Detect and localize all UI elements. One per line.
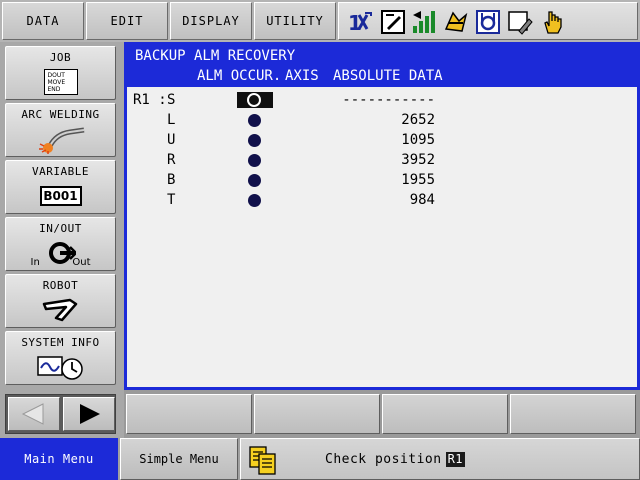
system-info-label: SYSTEM INFO <box>21 336 100 349</box>
axis-name: R <box>167 152 176 168</box>
robot-arm-icon <box>40 295 82 325</box>
job-document-icon: DOUT MOVE END <box>43 67 78 97</box>
alm-selected-cursor[interactable] <box>237 92 273 108</box>
message-body: Check position <box>325 452 442 467</box>
simple-menu-button[interactable]: Simple Menu <box>120 438 238 480</box>
function-key-2[interactable] <box>254 394 380 434</box>
axis-row[interactable]: B 1955 <box>127 170 637 190</box>
absolute-data-value: 3952 <box>401 152 435 168</box>
alm-occurred-dot-icon[interactable] <box>248 134 261 147</box>
axis-row[interactable]: T 984 <box>127 190 637 210</box>
menu-page-nav <box>5 394 116 434</box>
system-info-icon <box>36 352 86 382</box>
top-menu-bar: DATA EDIT DISPLAY UTILITY 1 <box>0 0 640 42</box>
inout-icon: In Out <box>31 238 91 268</box>
message-text: Check position R1 <box>325 452 466 467</box>
main-window-body: BACKUP ALM RECOVERY ALM OCCUR. AXIS ABSO… <box>127 45 637 387</box>
main-window: BACKUP ALM RECOVERY ALM OCCUR. AXIS ABSO… <box>124 42 640 390</box>
col-header-axis: AXIS <box>285 68 319 84</box>
alm-occurred-dot-icon[interactable] <box>248 194 261 207</box>
axis-row[interactable]: S ----------- <box>127 90 637 110</box>
axis-name: B <box>167 172 176 188</box>
alm-open-circle-icon <box>247 93 261 107</box>
message-area[interactable]: Check position R1 <box>240 438 640 480</box>
utility-menu-button[interactable]: UTILITY <box>254 2 336 40</box>
function-key-3[interactable] <box>382 394 508 434</box>
function-key-bar <box>124 390 640 438</box>
absolute-data-value: 1955 <box>401 172 435 188</box>
col-header-absolute: ABSOLUTE DATA <box>333 68 443 84</box>
job-icon-line: MOVE <box>47 79 66 86</box>
axis-row[interactable]: U 1095 <box>127 130 637 150</box>
axis-row[interactable]: L 2652 <box>127 110 637 130</box>
variable-icon: B001 <box>39 181 82 211</box>
absolute-data-value: 2652 <box>401 112 435 128</box>
alm-occurred-dot-icon[interactable] <box>248 174 261 187</box>
menu-next-button[interactable] <box>63 397 115 431</box>
axis-name: L <box>167 112 176 128</box>
system-info-menu-button[interactable]: SYSTEM INFO <box>5 331 116 385</box>
left-menu-panel: JOB DOUT MOVE END ARC WELDING VARIABLE B… <box>0 42 124 438</box>
job-icon-line: DOUT <box>47 72 65 79</box>
inout-out-label: Out <box>72 257 91 268</box>
status-icon-strip: 1 <box>338 2 638 40</box>
welding-torch-icon <box>36 124 86 154</box>
cycle-mode-icon <box>443 9 469 35</box>
axis-name: T <box>167 192 176 208</box>
screen-header: BACKUP ALM RECOVERY ALM OCCUR. AXIS ABSO… <box>127 45 637 87</box>
variable-menu-button[interactable]: VARIABLE B001 <box>5 160 116 214</box>
function-key-1[interactable] <box>126 394 252 434</box>
job-label: JOB <box>49 51 72 64</box>
arc-welding-label: ARC WELDING <box>21 108 100 121</box>
screen-title: BACKUP ALM RECOVERY <box>135 48 296 64</box>
alm-occurred-dot-icon[interactable] <box>248 154 261 167</box>
absolute-data-value: ----------- <box>342 92 435 108</box>
job-menu-button[interactable]: JOB DOUT MOVE END <box>5 46 116 100</box>
edit-lock-icon <box>507 9 533 35</box>
arc-welding-menu-button[interactable]: ARC WELDING <box>5 103 116 157</box>
arrow-left-icon <box>21 403 44 425</box>
inout-menu-button[interactable]: IN/OUT In Out <box>5 217 116 271</box>
absolute-data-value: 984 <box>409 192 435 208</box>
axis-group-icon: 1 <box>347 9 373 35</box>
axis-name: S <box>167 92 176 108</box>
variable-label: VARIABLE <box>32 165 89 178</box>
teach-mode-icon <box>475 9 501 35</box>
variable-icon-text: B001 <box>39 186 82 206</box>
edit-menu-button[interactable]: EDIT <box>86 2 168 40</box>
inout-label: IN/OUT <box>39 222 82 235</box>
job-icon-line: END <box>47 86 61 93</box>
function-key-4[interactable] <box>510 394 636 434</box>
axis-name: U <box>167 132 176 148</box>
inout-in-label: In <box>30 257 40 268</box>
bottom-bar: Main Menu Simple Menu Check position R1 <box>0 438 640 480</box>
alm-occurred-dot-icon[interactable] <box>248 114 261 127</box>
signal-level-icon <box>411 9 437 35</box>
absolute-data-value: 1095 <box>401 132 435 148</box>
edit-mode-icon <box>380 9 406 35</box>
robot-menu-button[interactable]: ROBOT <box>5 274 116 328</box>
main-menu-button[interactable]: Main Menu <box>0 438 118 480</box>
menu-prev-button[interactable] <box>8 397 60 431</box>
message-robot-tag: R1 <box>445 452 466 467</box>
data-menu-button[interactable]: DATA <box>2 2 84 40</box>
display-menu-button[interactable]: DISPLAY <box>170 2 252 40</box>
message-documents-icon <box>249 446 276 475</box>
robot-label: ROBOT <box>42 279 79 292</box>
hand-pointer-icon <box>539 9 565 35</box>
axis-row[interactable]: R 3952 <box>127 150 637 170</box>
col-header-alm: ALM OCCUR. <box>197 68 282 84</box>
arrow-right-icon <box>80 404 100 424</box>
